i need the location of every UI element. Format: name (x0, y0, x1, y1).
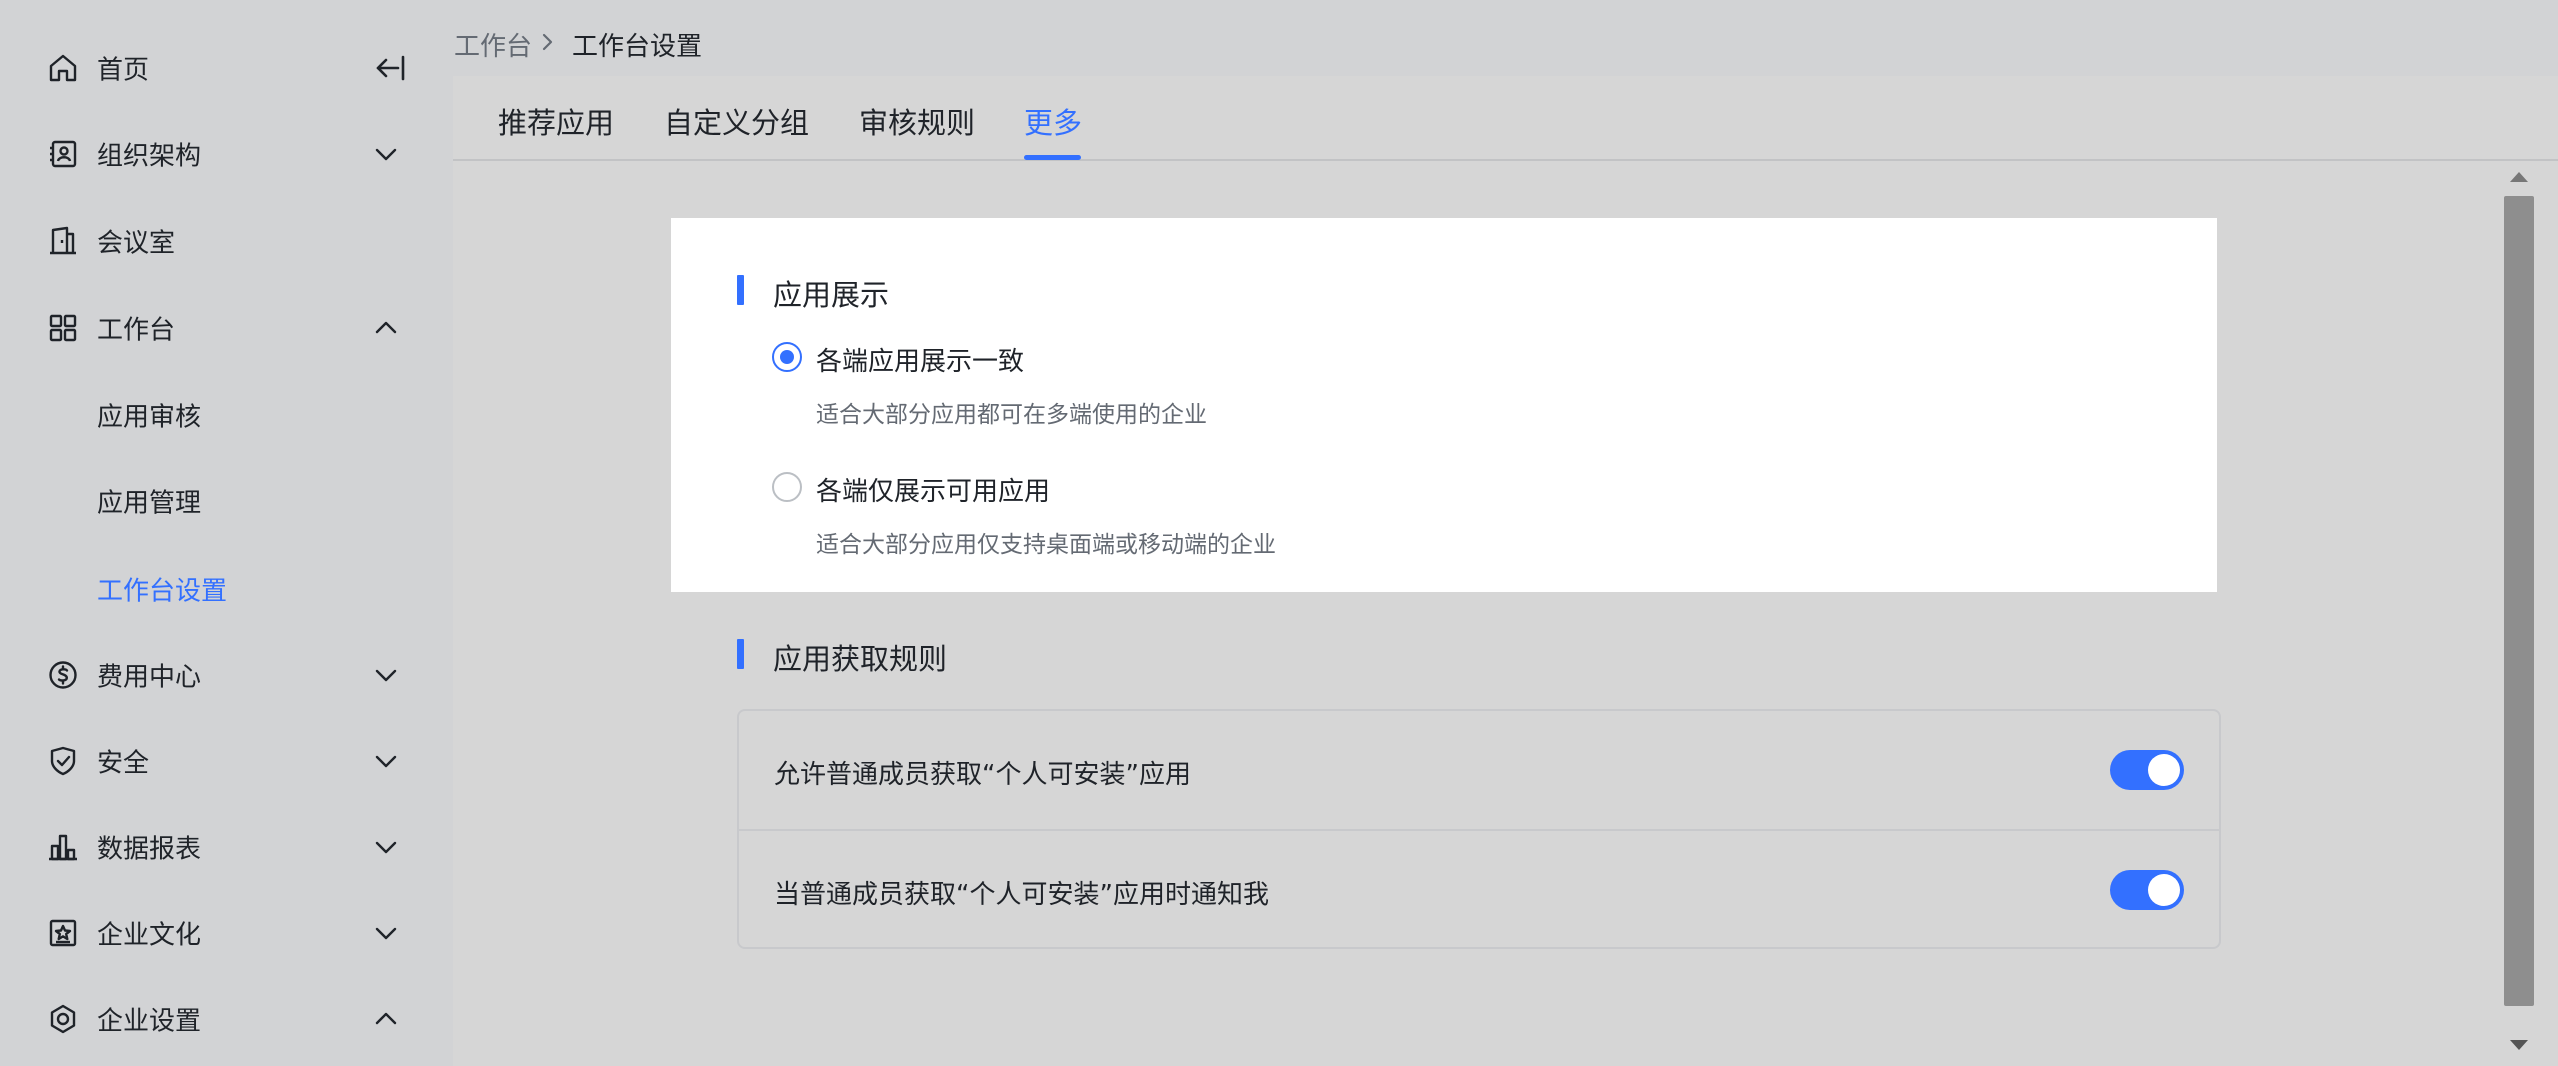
home-icon (46, 51, 80, 85)
sidebar-item-label: 工作台 (97, 315, 176, 346)
sidebar-item-org[interactable]: 组织架构 (0, 124, 453, 184)
tab-recommended-apps[interactable]: 推荐应用 (498, 100, 614, 142)
sidebar-item-security[interactable]: 安全 (0, 731, 453, 791)
chevron-down-icon[interactable] (372, 747, 400, 775)
section-title-display: 应用展示 (773, 278, 890, 312)
radio-consistent-display[interactable] (772, 342, 802, 372)
sidebar-item-workbench[interactable]: 工作台 (0, 298, 453, 358)
sidebar-item-meeting-room[interactable]: 会议室 (0, 211, 453, 271)
chevron-down-icon[interactable] (372, 140, 400, 168)
divider (739, 829, 2219, 831)
sidebar-item-label: 数据报表 (97, 834, 202, 865)
chevron-up-icon[interactable] (372, 314, 400, 342)
sidebar-item-label: 组织架构 (97, 141, 202, 172)
tab-review-rules[interactable]: 审核规则 (859, 100, 975, 142)
sidebar-item-culture[interactable]: 企业文化 (0, 903, 453, 963)
shield-icon (46, 744, 80, 778)
sidebar-item-enterprise-settings[interactable]: 企业设置 (0, 989, 453, 1049)
tab-more[interactable]: 更多 (1024, 100, 1082, 142)
scroll-up-arrow-icon[interactable] (2510, 172, 2528, 182)
chevron-right-icon (538, 30, 558, 54)
chevron-up-icon[interactable] (372, 1005, 400, 1033)
chevron-down-icon[interactable] (372, 919, 400, 947)
sidebar-item-label: 企业设置 (97, 1006, 202, 1037)
scroll-down-arrow-icon[interactable] (2510, 1040, 2528, 1050)
breadcrumb-item-current: 工作台设置 (572, 32, 703, 62)
tab-bar: 推荐应用 自定义分组 审核规则 更多 (453, 76, 2558, 161)
option-label[interactable]: 各端应用展示一致 (816, 341, 1024, 378)
sidebar-item-app-review[interactable]: 应用审核 (0, 385, 453, 445)
sidebar-item-label: 费用中心 (97, 662, 202, 693)
breadcrumb-item-workbench[interactable]: 工作台 (454, 26, 532, 63)
meeting-room-icon (46, 224, 80, 258)
bar-chart-icon (46, 830, 80, 864)
sidebar-item-label: 工作台设置 (97, 576, 228, 607)
sidebar-item-app-management[interactable]: 应用管理 (0, 471, 453, 531)
sidebar-item-label: 应用管理 (97, 488, 202, 519)
section-title-acquire: 应用获取规则 (773, 642, 948, 676)
rule-label: 当普通成员获取“个人可安装”应用时通知我 (774, 880, 1269, 910)
active-tab-indicator (1024, 155, 1081, 160)
sidebar-item-label: 应用审核 (97, 402, 202, 433)
option-label[interactable]: 各端仅展示可用应用 (816, 471, 1050, 508)
gear-icon (46, 1002, 80, 1036)
toggle-allow-member-acquire[interactable] (2110, 750, 2184, 790)
radio-available-only[interactable] (772, 472, 802, 502)
chevron-down-icon[interactable] (372, 833, 400, 861)
section-accent-bar (737, 275, 744, 305)
option-description: 适合大部分应用都可在多端使用的企业 (816, 402, 1207, 428)
toggle-notify-on-acquire[interactable] (2110, 870, 2184, 910)
sidebar-item-workbench-settings[interactable]: 工作台设置 (0, 559, 453, 619)
scrollbar-thumb[interactable] (2504, 196, 2534, 1006)
sidebar-item-label: 安全 (97, 748, 150, 779)
chevron-down-icon[interactable] (372, 661, 400, 689)
option-description: 适合大部分应用仅支持桌面端或移动端的企业 (816, 532, 1276, 558)
sidebar-item-label: 会议室 (97, 228, 176, 259)
dollar-icon (46, 658, 80, 692)
sidebar-item-label: 首页 (97, 55, 150, 86)
tab-custom-groups[interactable]: 自定义分组 (664, 100, 809, 142)
sidebar: 首页 组织架构 会议室 工作台 应用审核 应用管理 工作台设置 费用中心 安全 … (0, 0, 453, 1066)
sidebar-item-reports[interactable]: 数据报表 (0, 817, 453, 877)
breadcrumb (453, 0, 2558, 78)
culture-icon (46, 916, 80, 950)
section-accent-bar (737, 639, 744, 669)
org-icon (46, 137, 80, 171)
sidebar-item-label: 企业文化 (97, 920, 202, 951)
sidebar-item-home[interactable]: 首页 (0, 38, 453, 98)
rule-label: 允许普通成员获取“个人可安装”应用 (774, 760, 1191, 790)
sidebar-item-billing[interactable]: 费用中心 (0, 645, 453, 705)
grid-icon (46, 311, 80, 345)
